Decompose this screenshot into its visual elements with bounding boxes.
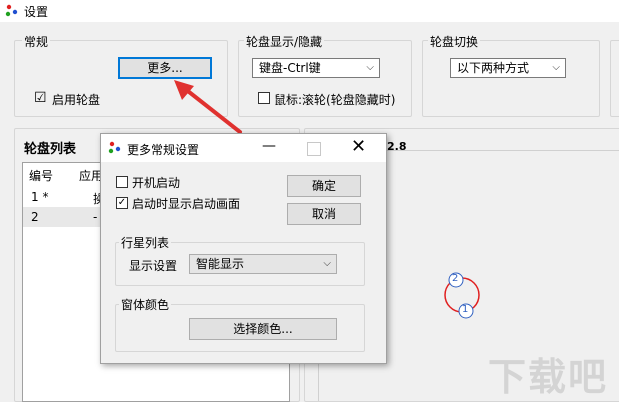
display-setting-combo[interactable]: 智能显示 ⌵ (189, 254, 337, 274)
enable-wheel-label: 启用轮盘 (52, 93, 101, 107)
ok-button[interactable]: 确定 (287, 175, 361, 197)
dialog-app-icon (108, 141, 121, 154)
wheel-display-group-label: 轮盘显示/隐藏 (244, 33, 325, 50)
display-setting-label: 显示设置 (129, 259, 178, 273)
node-label-top: 2 (452, 273, 459, 284)
chevron-down-icon: ⌵ (323, 258, 331, 269)
general-group-label: 常规 (22, 33, 51, 50)
row-id: 2 (31, 210, 39, 224)
close-icon[interactable]: ✕ (351, 136, 366, 157)
mouse-wheel-checkbox[interactable] (258, 92, 270, 104)
wheel-display-combo-value: 键盘-Ctrl键 (259, 61, 321, 75)
window-titlebar: 设置 (0, 0, 619, 22)
row-app: - (93, 210, 98, 224)
wheel-switch-group-label: 轮盘切换 (428, 33, 481, 50)
node-label-bottom: 1 (462, 304, 469, 315)
extra-group (610, 40, 619, 117)
watermark: 下载吧 (488, 355, 609, 399)
autostart-checkbox[interactable] (116, 176, 128, 188)
autostart-label: 开机启动 (132, 176, 181, 190)
chevron-down-icon: ⌵ (366, 62, 374, 73)
annotation-arrow (174, 80, 242, 134)
chevron-down-icon: ⌵ (552, 62, 560, 73)
column-header-id[interactable]: 编号 (29, 167, 53, 184)
maximize-icon (307, 142, 321, 156)
display-setting-value: 智能显示 (196, 257, 245, 271)
planet-list-group-label: 行星列表 (119, 234, 172, 251)
row-id: 1 * (31, 190, 49, 204)
mouse-wheel-label: 鼠标:滚轮(轮盘隐藏时) (274, 93, 396, 107)
wheel-display-combo[interactable]: 键盘-Ctrl键 ⌵ (252, 58, 380, 78)
cancel-button[interactable]: 取消 (287, 203, 361, 225)
dialog-titlebar: 更多常规设置 — ✕ (101, 134, 386, 162)
wheel-switch-combo[interactable]: 以下两种方式 ⌵ (450, 58, 566, 78)
wheel-list-label: 轮盘列表 (24, 142, 77, 157)
minimize-icon[interactable]: — (257, 138, 281, 154)
more-button[interactable]: 更多... (118, 57, 212, 79)
wheel-switch-group (422, 40, 600, 117)
more-settings-dialog: 更多常规设置 — ✕ 开机启动 ✓ 启动时显示启动画面 确定 取消 行星列表 显… (100, 133, 387, 364)
wheel-switch-combo-value: 以下两种方式 (457, 61, 530, 75)
choose-color-button[interactable]: 选择颜色... (189, 318, 337, 340)
splash-checkbox[interactable]: ✓ (116, 197, 128, 209)
app-icon (5, 4, 18, 17)
dialog-title: 更多常规设置 (127, 143, 200, 157)
splash-label: 启动时显示启动画面 (132, 197, 241, 211)
window-title: 设置 (24, 5, 49, 19)
window-color-group-label: 窗体颜色 (119, 296, 172, 313)
enable-wheel-checkbox[interactable]: ☑ (34, 91, 47, 105)
